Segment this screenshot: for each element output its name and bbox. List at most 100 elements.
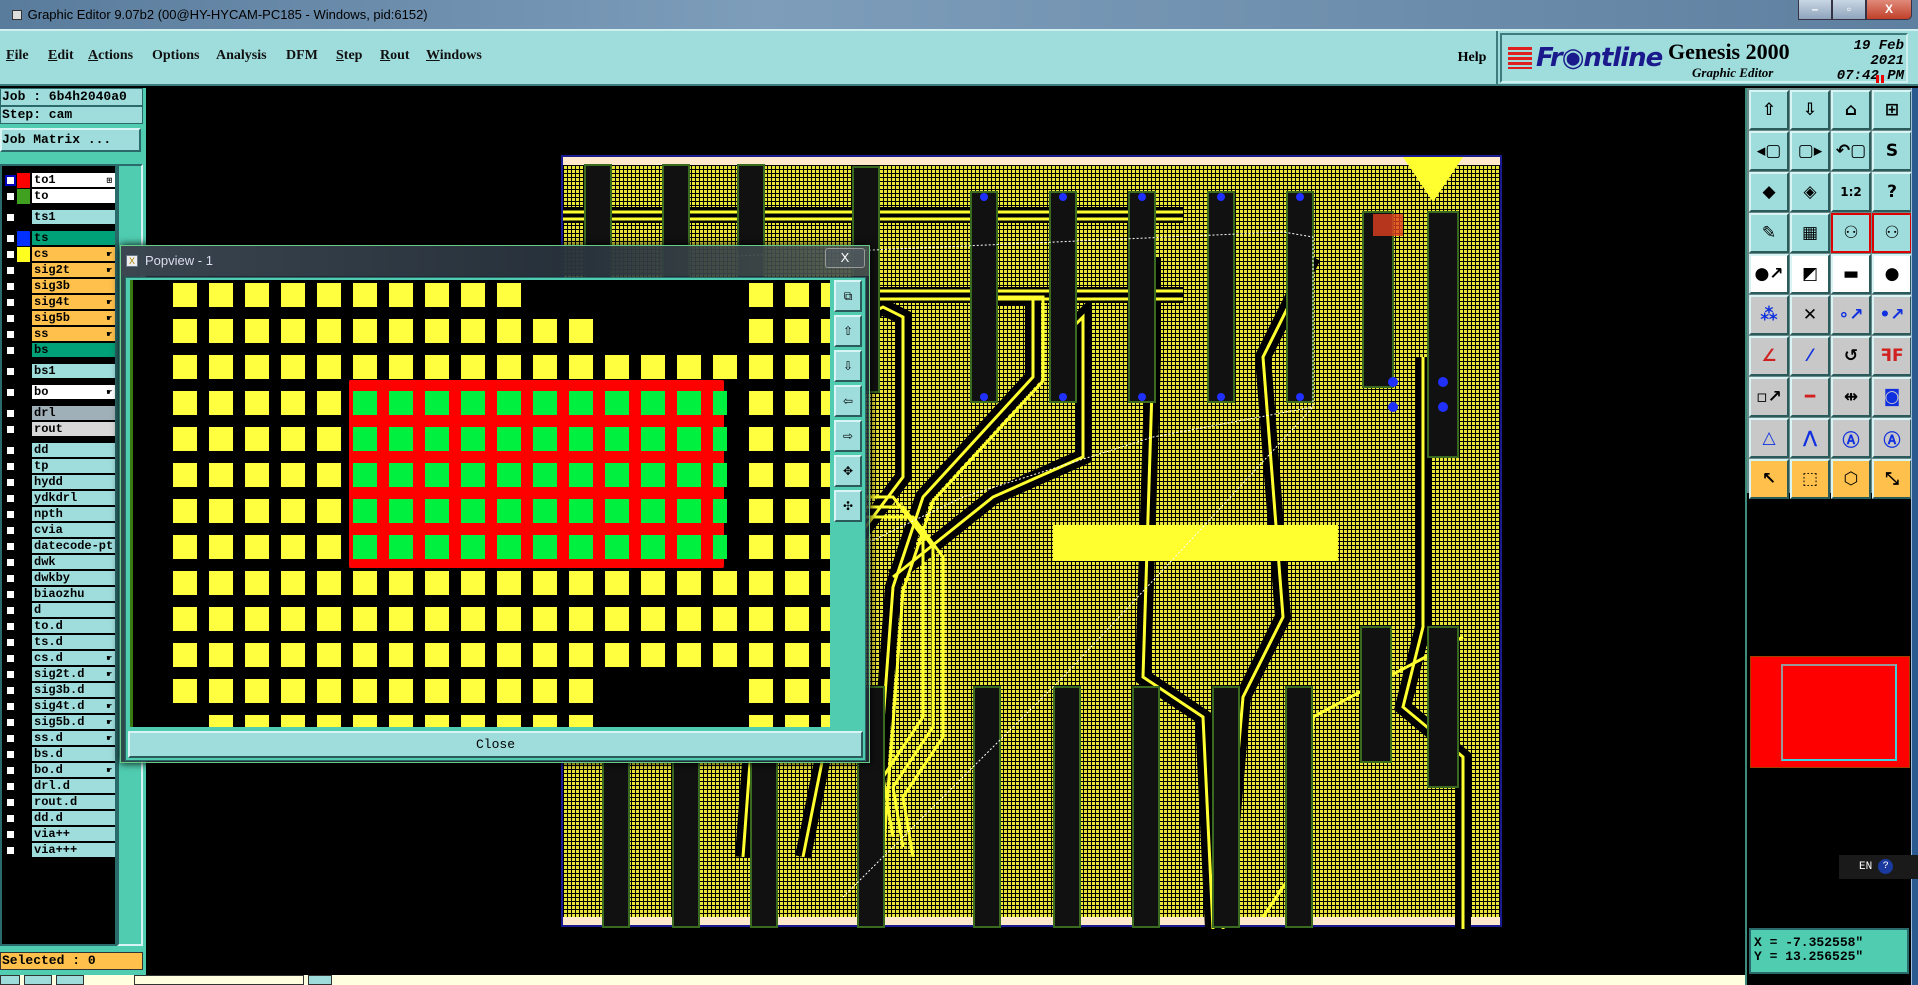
layer-checkbox[interactable] (5, 175, 16, 186)
layer-label[interactable]: sig3b (32, 279, 115, 294)
layer-row-sig5b.d[interactable]: sig5b.d ☛ (2, 715, 117, 730)
scale-button[interactable]: 1:2 (1831, 172, 1871, 212)
layer-row-sig3b.d[interactable]: sig3b.d (2, 683, 117, 698)
layer-row-bs[interactable]: bs (2, 343, 117, 358)
layer-label[interactable]: datecode-pt (32, 539, 115, 554)
line-button[interactable]: ━ (1790, 377, 1830, 417)
layer-row-bs.d[interactable]: bs.d (2, 747, 117, 762)
select-polygon-button[interactable]: ⬡ (1831, 459, 1871, 499)
layer-checkbox[interactable] (5, 297, 16, 308)
tools-button[interactable]: ✎ (1749, 213, 1789, 253)
layer-label[interactable]: sig3b.d (32, 683, 115, 698)
layer-row-cvia[interactable]: cvia (2, 523, 117, 538)
layer-row-bo[interactable]: bo ☛ (2, 385, 117, 400)
layer-label[interactable]: via+++ (32, 843, 115, 858)
layer-checkbox[interactable] (5, 387, 16, 398)
select-arrow-button[interactable]: ↖ (1749, 459, 1789, 499)
layer-checkbox[interactable] (5, 212, 16, 223)
close-window-button[interactable]: X (1866, 0, 1912, 20)
layer-label[interactable]: npth (32, 507, 115, 522)
layer-checkbox[interactable] (5, 477, 16, 488)
layer-checkbox[interactable] (5, 461, 16, 472)
layer-checkbox[interactable] (5, 701, 16, 712)
layer-checkbox[interactable] (5, 845, 16, 856)
zoom-center-button[interactable]: ◈ (1790, 172, 1830, 212)
layer-row-sig4t[interactable]: sig4t ☛ (2, 295, 117, 310)
right-scrollbar[interactable] (1911, 88, 1918, 985)
layer-row-to.d[interactable]: to.d (2, 619, 117, 634)
delete-point-button[interactable]: ✕ (1790, 295, 1830, 335)
status-button-1[interactable] (0, 975, 20, 985)
layer-checkbox[interactable] (5, 233, 16, 244)
layer-checkbox[interactable] (5, 797, 16, 808)
layer-checkbox[interactable] (5, 717, 16, 728)
layer-checkbox[interactable] (5, 749, 16, 760)
layer-row-cs[interactable]: cs ☛ (2, 247, 117, 262)
menu-file[interactable]: File (6, 48, 29, 64)
zoom-out-icon[interactable]: ✣ (834, 490, 862, 522)
layer-row-datecode-pt[interactable]: datecode-pt (2, 539, 117, 554)
rotate-button[interactable]: ↺ (1831, 336, 1871, 376)
layer-row-dd[interactable]: dd (2, 443, 117, 458)
layer-label[interactable]: bs1 (32, 364, 115, 379)
pan-right-icon[interactable]: ⇨ (834, 420, 862, 452)
layer-color-swatch[interactable] (17, 231, 30, 246)
layer-checkbox[interactable] (5, 424, 16, 435)
status-field[interactable] (134, 975, 304, 985)
line-edit-button[interactable]: ⁄ (1790, 336, 1830, 376)
layer-row-ss.d[interactable]: ss.d ☛ (2, 731, 117, 746)
layer-row-cs.d[interactable]: cs.d ☛ (2, 651, 117, 666)
select-net-button[interactable]: ⤡ (1872, 459, 1912, 499)
move-pad-button[interactable]: ▫↗ (1749, 377, 1789, 417)
layer-label[interactable]: rout.d (32, 795, 115, 810)
layer-checkbox[interactable] (5, 733, 16, 744)
menu-rout[interactable]: Rout (380, 48, 410, 64)
layer-color-swatch[interactable] (17, 247, 30, 262)
net-highlight-alt-button[interactable]: ⚇ (1872, 213, 1912, 253)
minimize-button[interactable]: – (1798, 0, 1832, 20)
layer-checkbox[interactable] (5, 829, 16, 840)
layer-checkbox[interactable] (5, 525, 16, 536)
status-button-3[interactable] (56, 975, 84, 985)
pan-down-icon[interactable]: ⇩ (834, 350, 862, 382)
layer-row-rout.d[interactable]: rout.d (2, 795, 117, 810)
layer-row-ts1[interactable]: ts1 (2, 210, 117, 225)
layer-checkbox[interactable] (5, 445, 16, 456)
popview-close-x-button[interactable]: X (825, 248, 865, 268)
pan-left-button[interactable]: ◂▢ (1749, 131, 1789, 171)
layer-checkbox[interactable] (5, 621, 16, 632)
layer-label[interactable]: dd.d (32, 811, 115, 826)
layer-label[interactable]: sig5b ☛ (32, 311, 115, 326)
layer-checkbox[interactable] (5, 191, 16, 202)
pad-button[interactable]: ● (1872, 254, 1912, 294)
language-indicator[interactable]: EN (1859, 861, 1872, 873)
layer-checkbox[interactable] (5, 685, 16, 696)
layer-label[interactable]: via++ (32, 827, 115, 842)
layer-label[interactable]: drl (32, 406, 115, 421)
layer-row-sig4t.d[interactable]: sig4t.d ☛ (2, 699, 117, 714)
layer-row-dwk[interactable]: dwk (2, 555, 117, 570)
layer-label[interactable]: d (32, 603, 115, 618)
layer-label[interactable]: bo.d ☛ (32, 763, 115, 778)
layer-label[interactable]: ts.d (32, 635, 115, 650)
language-bar[interactable]: EN? (1839, 855, 1918, 879)
layer-checkbox[interactable] (5, 813, 16, 824)
layer-label[interactable]: cs ☛ (32, 247, 115, 262)
move-point-alt-button[interactable]: •↗ (1872, 295, 1912, 335)
double-arc-button[interactable]: ⋀ (1790, 418, 1830, 458)
layer-checkbox[interactable] (5, 765, 16, 776)
layer-checkbox[interactable] (5, 249, 16, 260)
menu-windows[interactable]: Windows (426, 48, 482, 64)
layer-label[interactable]: sig4t.d ☛ (32, 699, 115, 714)
select-box-button[interactable]: ⬚ (1790, 459, 1830, 499)
layer-label[interactable]: bo ☛ (32, 385, 115, 400)
layer-label[interactable]: sig5b.d ☛ (32, 715, 115, 730)
zoom-in-icon[interactable]: ✥ (834, 455, 862, 487)
layer-row-ts.d[interactable]: ts.d (2, 635, 117, 650)
layer-row-via++[interactable]: via++ (2, 827, 117, 842)
slope-button[interactable]: ∠ (1749, 336, 1789, 376)
layer-row-ts[interactable]: ts (2, 231, 117, 246)
layer-row-drl.d[interactable]: drl.d (2, 779, 117, 794)
layer-checkbox[interactable] (5, 605, 16, 616)
layer-label[interactable]: sig4t ☛ (32, 295, 115, 310)
